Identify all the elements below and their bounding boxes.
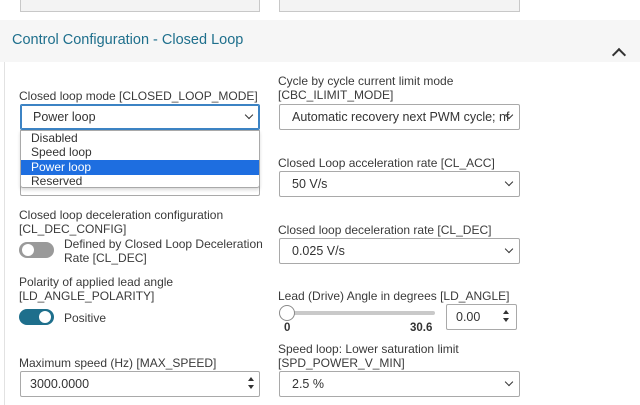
cl-dec-config-toggle-text: Defined by Closed Loop Deceleration Rate…	[64, 237, 263, 265]
closed-loop-mode-select[interactable]: Power loop	[20, 104, 260, 130]
section-title: Control Configuration - Closed Loop	[12, 32, 244, 48]
spinner-arrows-icon[interactable]	[503, 310, 511, 324]
chevron-down-icon	[244, 110, 254, 120]
toggle-knob	[39, 311, 51, 323]
spd-power-v-min-label-line1: Speed loop: Lower saturation limit	[278, 342, 459, 356]
cbc-ilimit-mode-label-line2: [CBC_ILIMIT_MODE]	[278, 88, 394, 102]
ld-angle-slider-max: 30.6	[410, 322, 433, 334]
ld-angle-polarity-toggle-text: Positive	[64, 311, 107, 325]
ld-angle-input[interactable]: 0.00	[446, 304, 517, 330]
spd-power-v-min-label-line2: [SPD_POWER_V_MIN]	[278, 356, 405, 370]
cbc-ilimit-mode-label: Cycle by cycle current limit mode [CBC_I…	[278, 74, 453, 102]
ld-angle-polarity-label: Polarity of applied lead angle [LD_ANGLE…	[19, 275, 173, 303]
spinner-arrows-icon[interactable]	[248, 377, 256, 391]
cl-dec-value: 0.025 V/s	[292, 244, 345, 258]
ld-angle-polarity-toggle[interactable]	[19, 309, 54, 325]
spd-power-v-min-select[interactable]: 2.5 %	[279, 371, 520, 397]
ld-angle-value: 0.00	[456, 310, 481, 324]
chevron-down-icon	[504, 177, 514, 187]
cl-dec-config-toggle-text-line1: Defined by Closed Loop Deceleration	[64, 237, 263, 251]
cl-dec-select[interactable]: 0.025 V/s	[279, 238, 520, 264]
dropdown-option-reserved[interactable]: Reserved	[21, 174, 259, 189]
closed-loop-mode-dropdown: Disabled Speed loop Power loop Reserved	[20, 130, 260, 188]
max-speed-label: Maximum speed (Hz) [MAX_SPEED]	[19, 356, 217, 370]
cl-acc-label: Closed Loop acceleration rate [CL_ACC]	[278, 156, 495, 170]
spd-power-v-min-label: Speed loop: Lower saturation limit [SPD_…	[278, 342, 459, 370]
ld-angle-label: Lead (Drive) Angle in degrees [LD_ANGLE]	[278, 289, 510, 303]
cl-dec-config-toggle[interactable]	[19, 242, 54, 258]
previous-field-right	[279, 0, 520, 12]
previous-field-left	[20, 0, 260, 12]
cbc-ilimit-mode-value: Automatic recovery next PWM cycle; nf	[292, 110, 510, 124]
chevron-down-icon	[504, 244, 514, 254]
cl-dec-label: Closed loop deceleration rate [CL_DEC]	[278, 223, 492, 237]
dropdown-option-power-loop[interactable]: Power loop	[21, 160, 259, 175]
cl-dec-config-label-line1: Closed loop deceleration configuration	[19, 208, 224, 222]
ld-angle-slider-track[interactable]	[287, 311, 435, 315]
cl-acc-value: 50 V/s	[292, 177, 328, 191]
ld-angle-polarity-label-line2: [LD_ANGLE_POLARITY]	[19, 289, 155, 303]
cl-dec-config-label-line2: [CL_DEC_CONFIG]	[19, 222, 127, 236]
cbc-ilimit-mode-label-line1: Cycle by cycle current limit mode	[278, 74, 454, 88]
closed-loop-mode-value: Power loop	[33, 110, 96, 124]
cbc-ilimit-mode-select[interactable]: Automatic recovery next PWM cycle; nf	[279, 104, 520, 130]
toggle-knob	[22, 244, 34, 256]
max-speed-input[interactable]: 3000.0000	[20, 371, 260, 397]
max-speed-value: 3000.0000	[30, 377, 90, 391]
dropdown-option-disabled[interactable]: Disabled	[21, 131, 259, 146]
cl-dec-config-toggle-text-line2: Rate [CL_DEC]	[64, 251, 147, 265]
ld-angle-polarity-label-line1: Polarity of applied lead angle	[19, 275, 174, 289]
collapse-chevron-icon[interactable]	[611, 47, 627, 63]
dropdown-option-speed-loop[interactable]: Speed loop	[21, 145, 259, 160]
cl-acc-select[interactable]: 50 V/s	[279, 171, 520, 197]
chevron-down-icon	[504, 377, 514, 387]
cl-dec-config-label: Closed loop deceleration configuration […	[19, 208, 223, 236]
spd-power-v-min-value: 2.5 %	[292, 377, 324, 391]
ld-angle-slider-min: 0	[284, 322, 291, 334]
closed-loop-mode-label: Closed loop mode [CLOSED_LOOP_MODE]	[19, 89, 258, 103]
previous-section-remnant	[0, 0, 640, 20]
ld-angle-slider-thumb[interactable]	[279, 305, 295, 321]
section-header-closed-loop[interactable]: Control Configuration - Closed Loop	[0, 20, 640, 63]
